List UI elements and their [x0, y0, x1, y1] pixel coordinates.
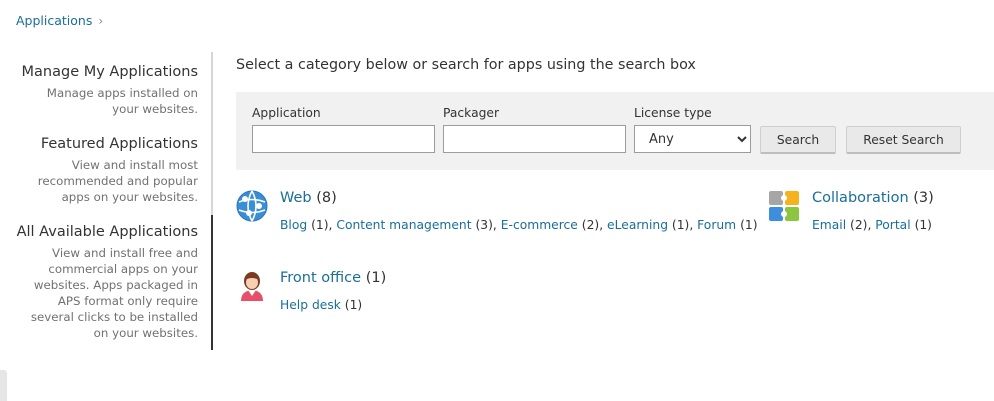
subcategory-count: (3) — [475, 218, 493, 232]
subcategory-count: (1) — [914, 218, 932, 232]
category-heading: Front office (1) — [280, 270, 386, 286]
sidebar-item-title: Manage My Applications — [21, 64, 198, 80]
subcategory-list: Help desk (1) — [280, 298, 362, 312]
person-icon — [241, 272, 263, 301]
sidebar-item-desc: Manage apps installed on your websites. — [46, 86, 198, 116]
chevron-right-icon: › — [98, 13, 104, 28]
active-item-marker — [211, 215, 213, 350]
category-count: (3) — [913, 190, 934, 206]
breadcrumb: Applications › — [16, 13, 103, 28]
category-count: (8) — [316, 190, 337, 206]
sidebar: Manage My Applications Manage apps insta… — [0, 52, 213, 350]
sidebar-item-all-available[interactable]: All Available Applications View and inst… — [17, 223, 198, 341]
sidebar-item-manage[interactable]: Manage My Applications Manage apps insta… — [22, 63, 198, 117]
subcategory-list: Blog (1), Content management (3), E-comm… — [280, 218, 758, 232]
subcategory-ecommerce-link[interactable]: E-commerce — [501, 218, 578, 232]
subcategory-email-link[interactable]: Email — [812, 218, 846, 232]
intro-text: Select a category below or search for ap… — [236, 57, 696, 73]
reset-search-button[interactable]: Reset Search — [846, 126, 961, 154]
category-count: (1) — [365, 270, 387, 286]
subcategory-count: (1) — [344, 298, 363, 312]
subcategory-count: (2) — [581, 218, 600, 232]
category-heading: Web (8) — [280, 190, 337, 206]
subcategory-count: (2) — [850, 218, 868, 232]
subcategory-list: Email (2), Portal (1) — [812, 218, 932, 232]
application-field: Application — [252, 106, 435, 153]
scroll-handle[interactable] — [0, 370, 7, 401]
subcategory-content-management-link[interactable]: Content management — [336, 218, 471, 232]
breadcrumb-applications-link[interactable]: Applications — [16, 13, 92, 28]
license-label: License type — [634, 106, 712, 120]
application-label: Application — [252, 106, 321, 120]
category-heading: Collaboration (3) — [812, 190, 934, 206]
packager-field: Packager — [443, 106, 626, 153]
sidebar-item-title: All Available Applications — [16, 224, 198, 240]
subcategory-forum-link[interactable]: Forum — [697, 218, 736, 232]
subcategory-count: (1) — [740, 218, 758, 232]
subcategory-portal-link[interactable]: Portal — [875, 218, 910, 232]
search-button[interactable]: Search — [760, 126, 836, 154]
license-field: License type Any — [634, 106, 751, 153]
globe-icon — [236, 190, 268, 222]
application-input[interactable] — [252, 125, 435, 153]
search-panel: Application Packager License type Any Se… — [236, 92, 994, 170]
category-front-office-link[interactable]: Front office — [280, 270, 361, 286]
sidebar-item-desc: View and install free and commercial app… — [30, 246, 198, 340]
sidebar-item-title: Featured Applications — [40, 136, 198, 152]
subcategory-elearning-link[interactable]: eLearning — [607, 218, 668, 232]
sidebar-item-featured[interactable]: Featured Applications View and install m… — [38, 135, 198, 205]
collaboration-icon — [769, 191, 799, 221]
subcategory-count: (1) — [671, 218, 690, 232]
subcategory-count: (1) — [311, 218, 329, 232]
subcategory-blog-link[interactable]: Blog — [280, 218, 307, 232]
category-collaboration-link[interactable]: Collaboration — [812, 190, 909, 206]
subcategory-help-desk-link[interactable]: Help desk — [280, 298, 341, 312]
packager-input[interactable] — [443, 125, 626, 153]
packager-label: Packager — [443, 106, 500, 120]
category-web-link[interactable]: Web — [280, 190, 312, 206]
license-type-select[interactable]: Any — [634, 125, 751, 153]
sidebar-item-desc: View and install most recommended and po… — [37, 158, 198, 204]
